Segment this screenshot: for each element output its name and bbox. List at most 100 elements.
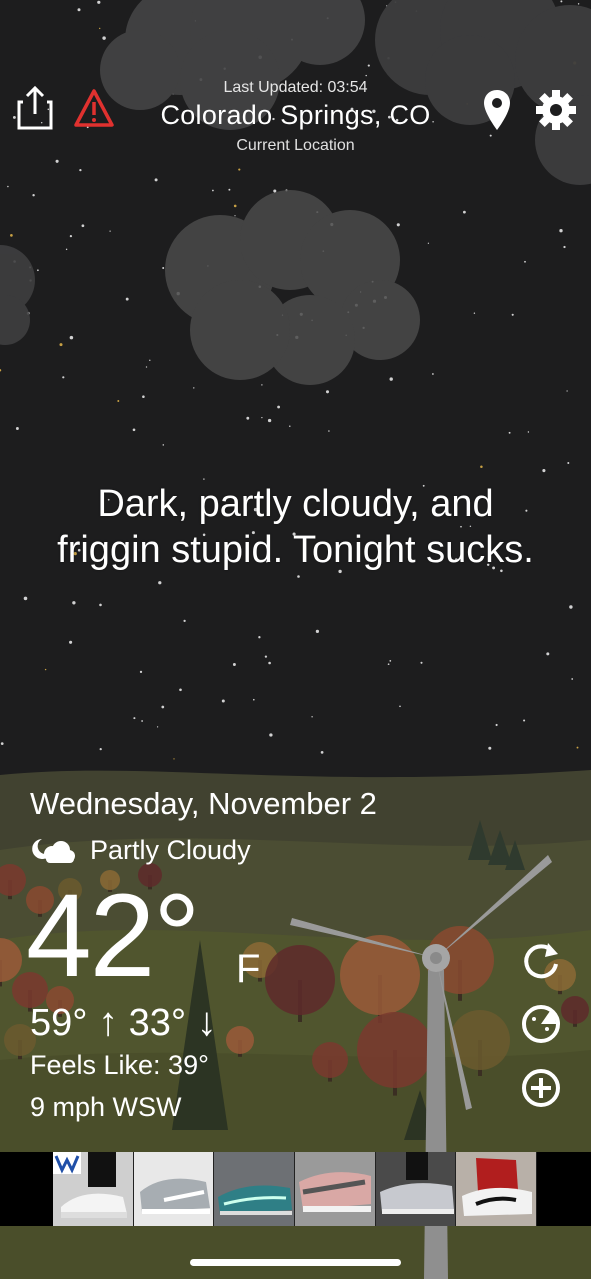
star <box>65 248 68 251</box>
star <box>0 742 4 745</box>
high-temp: 59° <box>30 1002 88 1044</box>
quip-line-1: Dark, partly cloudy, and <box>97 483 494 525</box>
star <box>23 596 28 601</box>
star <box>55 159 59 163</box>
star <box>387 663 390 666</box>
star <box>69 335 74 340</box>
star <box>79 168 82 172</box>
star <box>277 405 281 409</box>
ad-banner[interactable] <box>0 1152 591 1226</box>
add-icon[interactable] <box>520 1067 562 1109</box>
star <box>566 390 568 392</box>
star <box>463 210 466 214</box>
autumn-tree <box>226 1026 254 1054</box>
ad-tile[interactable] <box>456 1152 538 1226</box>
star <box>315 629 320 634</box>
star <box>264 655 268 658</box>
autumn-tree <box>340 935 420 1015</box>
star <box>258 636 261 639</box>
autumn-tree <box>561 996 589 1024</box>
star <box>156 726 159 728</box>
star <box>253 698 255 701</box>
ad-tile[interactable] <box>375 1152 457 1226</box>
refresh-icon[interactable] <box>520 940 562 982</box>
star <box>542 469 546 473</box>
star <box>432 373 434 375</box>
star <box>97 0 101 4</box>
star <box>325 390 330 394</box>
star <box>162 444 165 446</box>
last-updated-text: Last Updated: 03:54 <box>223 79 368 96</box>
star <box>328 430 330 432</box>
star <box>203 478 205 480</box>
quip-line-2: friggin stupid. Tonight sucks. <box>57 529 534 571</box>
star <box>567 462 570 464</box>
ad-tile[interactable] <box>295 1152 376 1226</box>
star <box>7 185 9 188</box>
star <box>132 428 136 432</box>
star <box>142 395 145 398</box>
high-arrow-icon: ↑ <box>98 1000 119 1044</box>
star <box>267 418 272 423</box>
star <box>289 425 291 427</box>
star <box>473 312 476 314</box>
star <box>571 678 574 680</box>
night-scene-background <box>0 0 591 1279</box>
star <box>133 717 136 720</box>
star <box>511 313 514 316</box>
star <box>154 178 158 182</box>
star <box>221 699 225 703</box>
star <box>173 758 175 760</box>
star <box>37 269 39 272</box>
home-indicator[interactable] <box>190 1259 401 1266</box>
star <box>399 705 401 708</box>
ad-tiles[interactable] <box>53 1152 538 1226</box>
radar-icon[interactable] <box>520 1003 562 1045</box>
star <box>15 427 19 430</box>
star <box>311 716 313 718</box>
star <box>233 204 237 208</box>
ad-tile[interactable] <box>214 1152 296 1226</box>
star <box>62 376 65 379</box>
star <box>232 663 236 666</box>
wind-info: 9 mph WSW <box>30 1092 182 1122</box>
location-subtitle: Current Location <box>236 137 355 154</box>
autumn-tree <box>312 1042 348 1078</box>
temperature-unit[interactable]: F <box>236 947 260 992</box>
star <box>396 223 400 227</box>
star <box>238 168 241 171</box>
star <box>269 733 273 737</box>
star <box>367 64 370 67</box>
star <box>179 688 182 692</box>
star <box>480 465 483 469</box>
condition-row: Partly Cloudy <box>30 833 251 867</box>
autumn-tree <box>357 1012 433 1088</box>
star <box>162 267 165 269</box>
condition-label: Partly Cloudy <box>90 834 251 865</box>
star <box>234 215 236 217</box>
ad-tile[interactable] <box>133 1152 215 1226</box>
star <box>546 652 550 656</box>
star <box>193 387 195 389</box>
location-title[interactable]: Colorado Springs, CO <box>0 100 591 131</box>
star <box>99 603 102 607</box>
star <box>102 36 106 40</box>
star <box>524 260 526 263</box>
star <box>109 230 111 232</box>
star <box>577 3 580 5</box>
star <box>563 245 566 249</box>
star <box>59 343 63 347</box>
star <box>161 705 165 709</box>
star <box>158 581 162 585</box>
star <box>145 366 148 368</box>
low-arrow-icon: ↓ <box>196 1000 217 1044</box>
ad-tile[interactable] <box>53 1152 134 1226</box>
star <box>99 27 101 30</box>
star <box>523 719 526 722</box>
star <box>389 660 392 662</box>
star <box>141 720 143 722</box>
star <box>420 661 423 664</box>
star <box>320 751 324 754</box>
weather-quip: Dark, partly cloudy, and friggin stupid.… <box>10 481 581 573</box>
star <box>427 242 430 244</box>
